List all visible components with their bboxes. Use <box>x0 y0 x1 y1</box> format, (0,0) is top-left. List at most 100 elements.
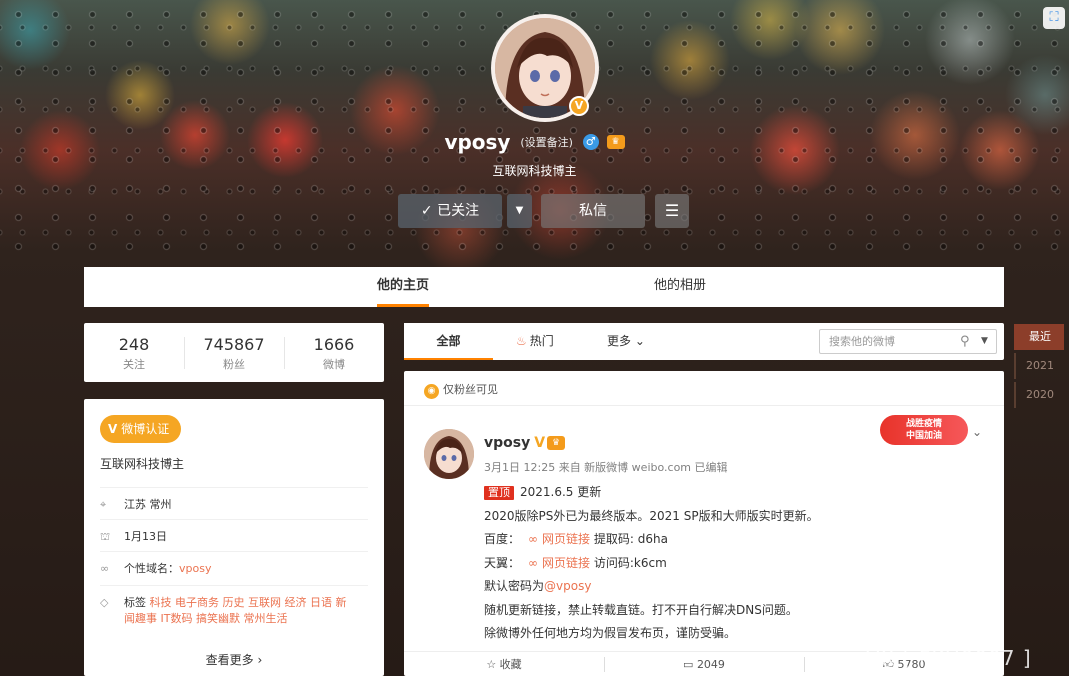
link-icon: ∞ <box>528 532 539 546</box>
vip-icon[interactable]: ♛ <box>547 436 566 450</box>
info-tags: ◇ 标签 科技 电子商务 历史 互联网 经济 日语 新 闻趣事 IT数码 搞笑幽默… <box>100 585 368 627</box>
verified-label: 微博认证 <box>121 422 170 436</box>
see-more-link[interactable]: 查看更多 › <box>84 651 384 668</box>
location-text: 江苏 常州 <box>124 498 172 511</box>
weibo-verified-badge[interactable]: V 微博认证 <box>100 415 182 443</box>
pinned-badge: 置顶 <box>484 486 514 500</box>
follow-label: 已关注 <box>437 203 480 219</box>
baidu-web-link[interactable]: 网页链接 <box>542 532 590 546</box>
post-line: 默认密码为@vposy <box>484 575 984 599</box>
post-options-chevron-icon[interactable]: ⌄ <box>972 425 982 439</box>
location-pin-icon: ⌖ <box>100 498 107 511</box>
post-line: 随机更新链接，禁止转载直链。打不开自行解决DNS问题。 <box>484 602 798 617</box>
tags-list-cont[interactable]: 闻趣事 IT数码 搞笑幽默 常州生活 <box>124 610 368 627</box>
profile-name: vposy <box>444 130 511 154</box>
divider <box>404 405 1004 406</box>
stat-following[interactable]: 248 关注 <box>84 323 184 382</box>
timeline-2020[interactable]: 2020 <box>1014 382 1064 408</box>
post-author: vposy V ♛ <box>484 435 566 451</box>
fans-only-icon: ◉ <box>424 384 439 399</box>
post-title: 2021.6.5 更新 <box>520 485 602 499</box>
post-author-name[interactable]: vposy <box>484 435 530 451</box>
domain-label: 个性域名： <box>124 562 179 575</box>
stat-label: 微博 <box>323 358 345 371</box>
stats-card: 248 关注 745867 粉丝 1666 微博 <box>84 323 384 382</box>
post-line: 百度： ∞ 网页链接 提取码: d6ha <box>484 528 984 552</box>
verified-v-icon: V <box>534 435 546 451</box>
tab-album[interactable]: 他的相册 <box>654 267 706 307</box>
password-prefix: 默认密码为 <box>484 579 545 593</box>
favorite-label: 收藏 <box>499 658 522 671</box>
vip-icon[interactable]: ♛ <box>606 135 625 149</box>
message-button[interactable]: 私信 <box>541 194 645 228</box>
stat-number: 248 <box>118 335 150 354</box>
stat-label: 关注 <box>123 358 145 371</box>
visibility-label: ◉ 仅粉丝可见 <box>424 381 498 399</box>
info-birthday: ⛫ 1月13日 <box>100 519 368 545</box>
feed-tabs: 全部 ♨ 热门 更多 ⌄ 搜索他的微博 ⚲ ▼ <box>404 323 1004 360</box>
fire-icon: ♨ <box>516 334 527 348</box>
set-remark-link[interactable]: (设置备注) <box>520 136 573 149</box>
favorite-button[interactable]: ☆ 收藏 <box>404 652 604 676</box>
comment-button[interactable]: ▭ 2049 <box>604 652 804 676</box>
post-line: 2020版除PS外已为最终版本。2021 SP版和大师版实时更新。 <box>484 508 819 523</box>
info-domain: ∞ 个性域名：vposy <box>100 551 368 576</box>
promo-line: 中国加油 <box>905 431 942 441</box>
baidu-code: 提取码: d6ha <box>593 532 668 546</box>
tianyi-code: 访问码:k6cm <box>593 555 667 570</box>
tab-hot[interactable]: ♨ 热门 <box>516 323 554 360</box>
tab-more[interactable]: 更多 ⌄ <box>607 323 645 360</box>
link-icon: ∞ <box>100 562 110 575</box>
tianyi-label: 天翼： <box>484 555 521 570</box>
hamburger-icon: ☰ <box>664 201 680 220</box>
menu-button[interactable]: ☰ <box>655 194 689 228</box>
stat-followers[interactable]: 745867 粉丝 <box>184 323 284 382</box>
tag-icon: ◇ <box>100 596 109 609</box>
chevron-right-icon: › <box>257 653 263 667</box>
post-line: 天翼： ∞ 网页链接 访问码:k6cm <box>484 552 984 576</box>
caret-down-icon[interactable]: ▼ <box>981 330 988 353</box>
post-body: 置顶 2021.6.5 更新 2020版除PS外已为最终版本。2021 SP版和大… <box>484 481 984 646</box>
promo-badge[interactable]: 战胜疫情 中国加油 <box>880 415 968 445</box>
verified-badge-icon: V <box>569 96 589 116</box>
search-icon[interactable]: ⚲ <box>960 330 970 353</box>
promo-line: 战胜疫情 <box>905 419 942 429</box>
scan-icon[interactable]: ⛶ <box>1043 7 1065 29</box>
verified-title: 互联网科技博主 <box>100 457 185 471</box>
info-location: ⌖ 江苏 常州 <box>100 487 368 512</box>
verified-v-icon: V <box>108 422 118 436</box>
comment-icon: ▭ <box>683 658 697 671</box>
year-timeline: 最近 2021 2020 <box>1014 324 1064 411</box>
post-author-avatar[interactable] <box>424 429 474 479</box>
watermark-text: VX [ FKU0007 ] <box>866 646 1032 670</box>
post-line: 除微博外任何地方均为假冒发布页，谨防受骗。 <box>484 626 737 640</box>
follow-dropdown-button[interactable]: ▼ <box>507 194 532 228</box>
tab-all[interactable]: 全部 <box>404 323 493 360</box>
stat-number: 1666 <box>313 335 355 354</box>
stat-number: 745867 <box>203 335 265 354</box>
tianyi-web-link[interactable]: 网页链接 <box>542 556 590 570</box>
tab-home[interactable]: 他的主页 <box>377 267 430 307</box>
star-icon: ☆ <box>486 658 500 671</box>
search-input[interactable]: 搜索他的微博 ⚲ ▼ <box>819 329 997 354</box>
tab-more-label: 更多 <box>607 334 632 348</box>
timeline-recent[interactable]: 最近 <box>1014 324 1064 350</box>
stat-posts[interactable]: 1666 微博 <box>284 323 384 382</box>
birthday-text: 1月13日 <box>124 530 167 543</box>
stat-label: 粉丝 <box>223 358 245 371</box>
tags-list[interactable]: 科技 电子商务 历史 互联网 经济 日语 新 <box>150 596 347 609</box>
timeline-2021[interactable]: 2021 <box>1014 353 1064 379</box>
post-line: 置顶 2021.6.5 更新 <box>484 481 984 505</box>
mention-link[interactable]: @vposy <box>544 579 591 593</box>
tags-label: 标签 <box>124 596 146 609</box>
see-more-label: 查看更多 <box>205 653 254 667</box>
profile-name-row: vposy (设置备注) ♂ ♛ <box>0 130 1069 154</box>
caret-down-icon: ▼ <box>515 205 524 216</box>
cake-icon: ⛫ <box>100 530 111 543</box>
info-card: V 微博认证 互联网科技博主 ⌖ 江苏 常州 ⛫ 1月13日 ∞ 个性域名：vposy … <box>84 399 384 676</box>
domain-link[interactable]: vposy <box>179 562 211 575</box>
follow-button[interactable]: ✓ 已关注 <box>398 194 502 228</box>
baidu-label: 百度： <box>484 532 521 546</box>
check-icon: ✓ <box>420 203 438 219</box>
pinned-post-card: ◉ 仅粉丝可见 vposy V ♛ 3月1日 12:25 来自 新版微博 weibo.… <box>404 371 1004 676</box>
